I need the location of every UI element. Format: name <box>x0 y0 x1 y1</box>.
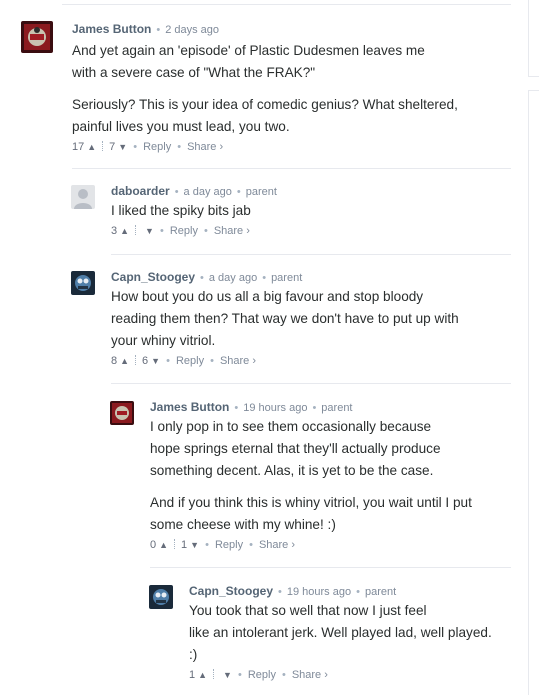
parent-link[interactable]: parent <box>365 586 396 598</box>
comment-paragraph: Seriously? This is your idea of comedic … <box>72 97 458 134</box>
author-name[interactable]: daboarder <box>111 184 170 198</box>
chevron-up-icon: ▲ <box>87 142 97 152</box>
author-name[interactable]: James Button <box>72 22 151 36</box>
timestamp[interactable]: a day ago <box>184 186 232 198</box>
upvote-count: 17 <box>72 141 85 153</box>
reply-link[interactable]: Reply <box>215 539 243 551</box>
upvote-button[interactable]: 17 ▲ <box>72 141 96 153</box>
comment-paragraph: And if you think this is whiny vitriol, … <box>150 495 472 532</box>
reply-link[interactable]: Reply <box>170 225 198 237</box>
comment-divider <box>150 567 511 568</box>
comment-meta: Capn_Stoogey • a day ago • parent <box>111 270 303 284</box>
downvote-button[interactable]: 7 ▼ <box>109 141 127 153</box>
upvote-button[interactable]: 0 ▲ <box>150 539 168 551</box>
downvote-button[interactable]: ▼ <box>220 669 232 681</box>
avatar[interactable] <box>71 271 95 295</box>
upvote-count: 1 <box>189 669 196 681</box>
chevron-up-icon: ▲ <box>198 670 208 680</box>
comment-text: And yet again an 'episode' of Plastic Du… <box>72 40 512 138</box>
upvote-button[interactable]: 1 ▲ <box>189 669 207 681</box>
comment-paragraph: I only pop in to see them occasionally b… <box>150 419 441 478</box>
upvote-button[interactable]: 3 ▲ <box>111 225 129 237</box>
reply-link[interactable]: Reply <box>248 669 276 681</box>
comment-meta: daboarder • a day ago • parent <box>111 184 277 198</box>
comment-divider <box>111 254 511 255</box>
author-name[interactable]: James Button <box>150 400 229 414</box>
comment-footer: 8 ▲ 6 ▼ • Reply • Share › <box>111 355 257 367</box>
share-link[interactable]: Share › <box>259 539 295 551</box>
comment-text: I liked the spiky bits jab <box>111 200 511 222</box>
upvote-count: 3 <box>111 225 118 237</box>
downvote-count: 6 <box>142 355 149 367</box>
comment-paragraph: How bout you do us all a big favour and … <box>111 289 459 348</box>
timestamp[interactable]: 19 hours ago <box>243 402 307 414</box>
downvote-button[interactable]: ▼ <box>142 225 154 237</box>
comment-text: How bout you do us all a big favour and … <box>111 286 531 352</box>
avatar[interactable] <box>71 185 95 209</box>
author-name[interactable]: Capn_Stoogey <box>189 584 273 598</box>
comment-paragraph: I liked the spiky bits jab <box>111 203 251 218</box>
comment-text: You took that so well that now I just fe… <box>189 600 539 666</box>
downvote-button[interactable]: 1 ▼ <box>181 539 199 551</box>
parent-link[interactable]: parent <box>246 186 277 198</box>
chevron-up-icon: ▲ <box>159 540 169 550</box>
reply-link[interactable]: Reply <box>143 141 171 153</box>
comment-meta: James Button • 2 days ago <box>72 22 220 36</box>
downvote-count: 1 <box>181 539 188 551</box>
comment-footer: 17 ▲ 7 ▼ • Reply • Share › <box>72 141 224 153</box>
timestamp[interactable]: 2 days ago <box>165 24 219 36</box>
chevron-down-icon: ▼ <box>223 670 232 680</box>
author-name[interactable]: Capn_Stoogey <box>111 270 195 284</box>
chevron-down-icon: ▼ <box>190 540 200 550</box>
upvote-count: 0 <box>150 539 157 551</box>
avatar[interactable] <box>110 401 134 425</box>
comment-footer: 3 ▲ ▼ • Reply • Share › <box>111 225 250 237</box>
thread-top-border <box>62 4 511 5</box>
upvote-count: 8 <box>111 355 118 367</box>
comment-divider <box>111 383 511 384</box>
timestamp[interactable]: 19 hours ago <box>287 586 351 598</box>
timestamp[interactable]: a day ago <box>209 272 257 284</box>
chevron-up-icon: ▲ <box>120 356 130 366</box>
comment-text: I only pop in to see them occasionally b… <box>150 416 530 536</box>
avatar[interactable] <box>21 21 53 53</box>
chevron-up-icon: ▲ <box>120 226 130 236</box>
share-link[interactable]: Share › <box>187 141 223 153</box>
share-link[interactable]: Share › <box>292 669 328 681</box>
comment-footer: 0 ▲ 1 ▼ • Reply • Share › <box>150 539 296 551</box>
parent-link[interactable]: parent <box>271 272 302 284</box>
comment-footer: 1 ▲ ▼ • Reply • Share › <box>189 669 328 681</box>
right-edge-panel <box>528 0 539 77</box>
chevron-down-icon: ▼ <box>145 226 154 236</box>
comment-paragraph: You took that so well that now I just fe… <box>189 603 492 662</box>
share-link[interactable]: Share › <box>214 225 250 237</box>
comment-paragraph: And yet again an 'episode' of Plastic Du… <box>72 43 425 80</box>
downvote-count: 7 <box>109 141 116 153</box>
reply-link[interactable]: Reply <box>176 355 204 367</box>
share-link[interactable]: Share › <box>220 355 256 367</box>
chevron-down-icon: ▼ <box>151 356 161 366</box>
comment-meta: James Button • 19 hours ago • parent <box>150 400 353 414</box>
comment-meta: Capn_Stoogey • 19 hours ago • parent <box>189 584 397 598</box>
downvote-button[interactable]: 6 ▼ <box>142 355 160 367</box>
chevron-down-icon: ▼ <box>118 142 128 152</box>
upvote-button[interactable]: 8 ▲ <box>111 355 129 367</box>
comment-divider <box>72 168 511 169</box>
parent-link[interactable]: parent <box>321 402 352 414</box>
avatar[interactable] <box>149 585 173 609</box>
